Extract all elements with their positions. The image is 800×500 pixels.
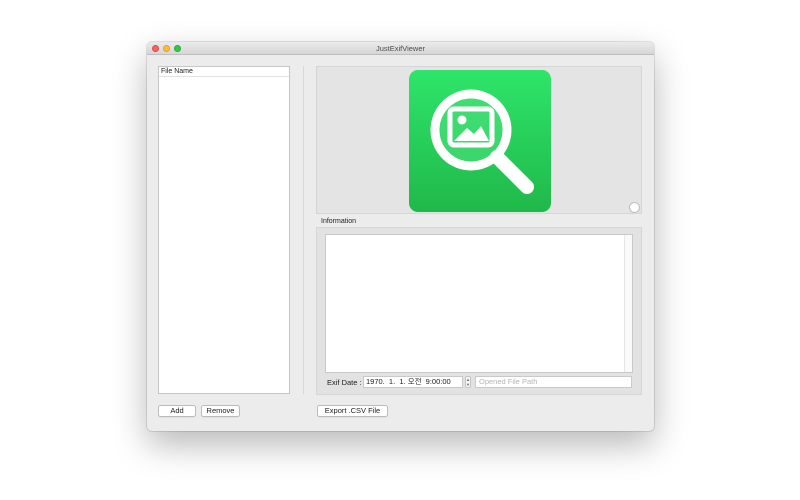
file-list[interactable]: File Name (158, 66, 290, 394)
window-title: JustExifViewer (375, 44, 426, 53)
add-button[interactable]: Add (158, 405, 196, 417)
exif-date-picker[interactable]: 1970. 1. 1. 오전 9:00:00 (363, 376, 463, 388)
split-divider[interactable] (303, 66, 304, 394)
exif-date-row: Exif Date : 1970. 1. 1. 오전 9:00:00 ▲ ▼ O… (325, 376, 635, 388)
date-stepper[interactable]: ▲ ▼ (465, 376, 471, 388)
information-group: Exif Date : 1970. 1. 1. 오전 9:00:00 ▲ ▼ O… (316, 227, 642, 395)
remove-button[interactable]: Remove (201, 405, 240, 417)
app-icon (409, 70, 551, 212)
image-preview[interactable] (316, 66, 642, 214)
information-label: Information (321, 218, 357, 225)
information-scrollbar[interactable] (624, 235, 632, 372)
exif-date-label: Exif Date : (327, 378, 362, 387)
file-name-column-header[interactable]: File Name (159, 67, 289, 77)
title-bar[interactable]: JustExifViewer (147, 42, 654, 55)
export-csv-button[interactable]: Export .CSV File (317, 405, 388, 417)
preview-resize-handle[interactable] (629, 202, 640, 213)
information-text-area[interactable] (325, 234, 633, 373)
app-window: JustExifViewer File Name Information Exi… (147, 42, 654, 431)
stepper-down-icon[interactable]: ▼ (466, 382, 470, 387)
opened-file-path-field[interactable]: Opened File Path (475, 376, 632, 388)
